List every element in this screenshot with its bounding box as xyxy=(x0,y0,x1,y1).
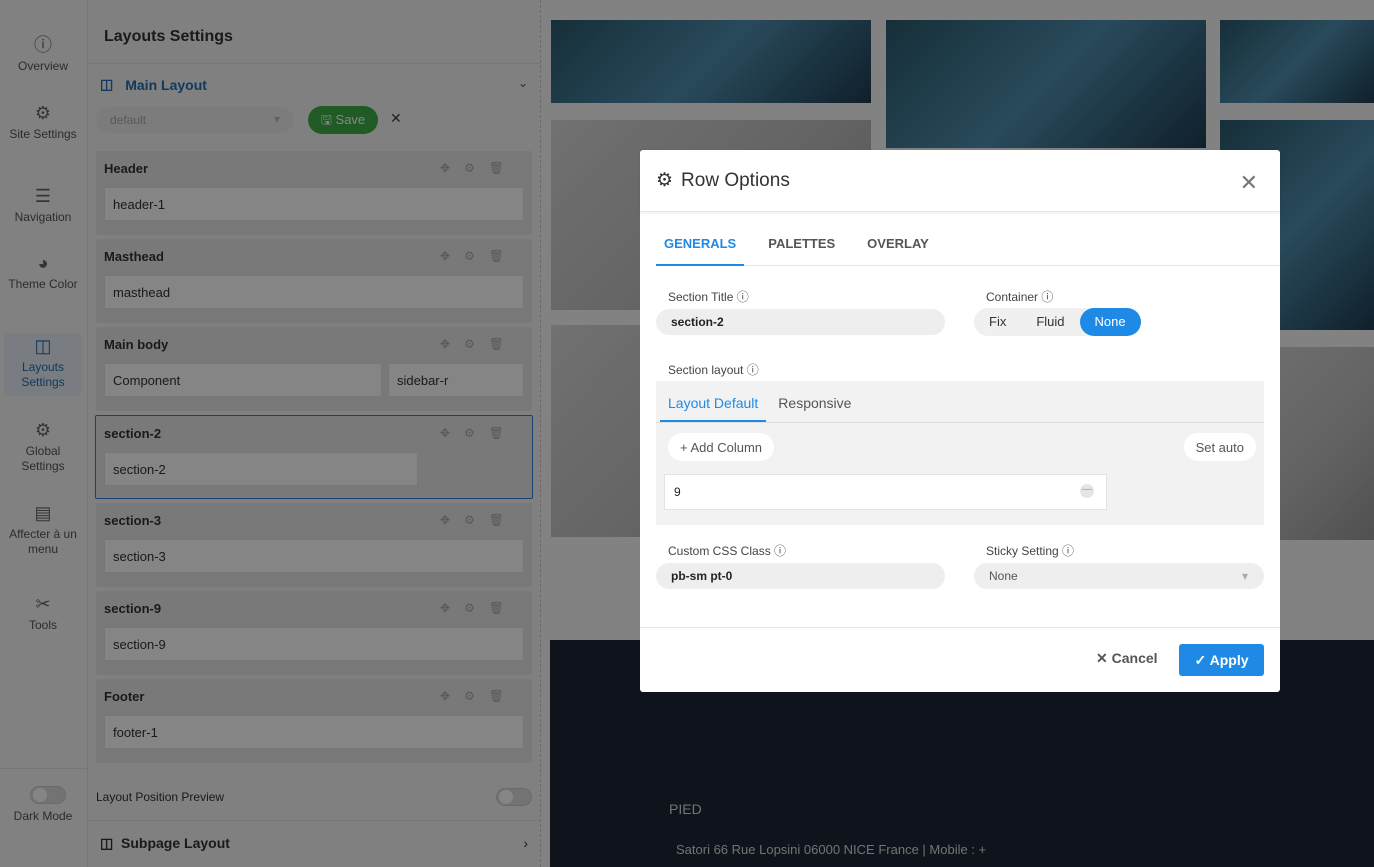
section-layout-label: Section layout xyxy=(668,363,744,377)
sticky-setting-select[interactable]: None ▾ xyxy=(974,563,1264,589)
row-options-modal: ⚙ Row Options ✕ GENERALS PALETTES OVERLAY… xyxy=(640,150,1280,692)
tab-responsive[interactable]: Responsive xyxy=(778,381,851,422)
cancel-button[interactable]: ✕ Cancel xyxy=(1096,650,1158,667)
add-column-button[interactable]: + Add Column xyxy=(668,433,775,461)
tab-generals[interactable]: GENERALS xyxy=(656,212,745,266)
close-icon[interactable]: ✕ xyxy=(1240,170,1258,196)
chevron-down-icon: ▾ xyxy=(1241,569,1248,583)
section-title-input[interactable]: section-2 xyxy=(656,309,945,335)
tab-overlay[interactable]: OVERLAY xyxy=(859,212,937,266)
css-class-label: Custom CSS Class xyxy=(668,544,771,558)
tab-palettes[interactable]: PALETTES xyxy=(760,212,843,266)
container-fluid[interactable]: Fluid xyxy=(1021,308,1079,336)
container-none[interactable]: None xyxy=(1079,308,1141,336)
column-item[interactable]: 9— xyxy=(664,474,1107,510)
help-icon: ⓘ xyxy=(774,544,787,558)
sticky-value: None xyxy=(989,569,1018,583)
remove-column-icon[interactable]: — xyxy=(1080,484,1094,498)
help-icon: ⓘ xyxy=(746,363,759,377)
container-fix[interactable]: Fix xyxy=(974,308,1021,336)
modal-title: Row Options xyxy=(681,169,790,191)
help-icon: ⓘ xyxy=(736,290,749,304)
sticky-setting-label: Sticky Setting xyxy=(986,544,1059,558)
help-icon: ⓘ xyxy=(1041,290,1054,304)
help-icon: ⓘ xyxy=(1062,544,1075,558)
apply-button[interactable]: ✓ Apply xyxy=(1179,644,1264,676)
set-auto-button[interactable]: Set auto xyxy=(1183,433,1256,461)
tab-layout-default[interactable]: Layout Default xyxy=(660,381,767,422)
section-layout-box: Layout Default Responsive + Add Column S… xyxy=(656,381,1264,525)
section-title-label: Section Title xyxy=(668,290,734,304)
container-selector: Fix Fluid None xyxy=(974,308,1141,336)
css-class-input[interactable]: pb-sm pt-0 xyxy=(656,563,945,589)
gear-icon: ⚙ xyxy=(656,170,674,191)
container-label: Container xyxy=(986,290,1039,304)
column-width: 9 xyxy=(674,485,681,499)
